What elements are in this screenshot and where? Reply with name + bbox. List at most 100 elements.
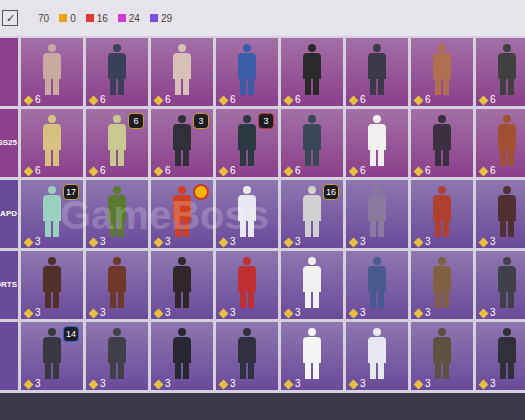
outfit-card[interactable]: 3 xyxy=(86,251,148,319)
card-count: 3 xyxy=(295,237,301,247)
outfit-card[interactable]: 3 xyxy=(281,322,343,390)
outfit-card[interactable]: 6 xyxy=(476,38,525,106)
rarity-square-icon xyxy=(59,14,67,22)
partial-card[interactable]: CSS25 xyxy=(0,109,18,177)
outfit-card[interactable]: 3 xyxy=(411,180,473,248)
card-count: 3 xyxy=(165,308,171,318)
top-bar: ✓ 70 0 16 24 29 xyxy=(0,0,525,36)
outfit-card[interactable]: 36 xyxy=(216,109,278,177)
diamond-icon xyxy=(154,166,164,176)
rarity-count[interactable]: 0 xyxy=(59,11,76,26)
card-count: 3 xyxy=(425,379,431,389)
card-count: 3 xyxy=(230,379,236,389)
outfit-figure xyxy=(108,115,126,166)
outfit-figure xyxy=(238,115,256,166)
card-count: 3 xyxy=(165,237,171,247)
rarity-count[interactable]: 24 xyxy=(118,11,140,26)
card-count: 3 xyxy=(35,379,41,389)
level-badge: 3 xyxy=(258,113,274,129)
diamond-icon xyxy=(479,166,489,176)
outfit-card[interactable]: 6 xyxy=(281,109,343,177)
outfit-card[interactable]: 3 xyxy=(281,251,343,319)
outfit-figure xyxy=(173,115,191,166)
diamond-icon xyxy=(154,308,164,318)
outfit-card[interactable]: 6 xyxy=(86,38,148,106)
outfit-card[interactable]: 3 xyxy=(151,180,213,248)
outfit-card[interactable]: 6 xyxy=(346,38,408,106)
outfit-card[interactable]: 3 xyxy=(86,322,148,390)
outfit-card[interactable]: 6 xyxy=(346,109,408,177)
outfit-figure xyxy=(368,328,386,379)
outfit-card[interactable]: 3 xyxy=(216,322,278,390)
card-count: 3 xyxy=(230,308,236,318)
outfit-card[interactable]: 163 xyxy=(281,180,343,248)
diamond-icon xyxy=(414,308,424,318)
outfit-card[interactable]: 3 xyxy=(346,322,408,390)
outfit-card[interactable]: 3 xyxy=(21,251,83,319)
card-count: 3 xyxy=(490,308,496,318)
outfit-card[interactable]: 3 xyxy=(411,322,473,390)
outfit-card[interactable]: 3 xyxy=(216,180,278,248)
outfit-card[interactable]: 3 xyxy=(86,180,148,248)
card-count: 6 xyxy=(165,166,171,176)
outfit-card[interactable]: 3 xyxy=(346,251,408,319)
diamond-icon xyxy=(89,308,99,318)
outfit-figure xyxy=(433,186,451,237)
outfit-card[interactable]: 3 xyxy=(151,322,213,390)
card-count: 3 xyxy=(100,308,106,318)
outfit-card[interactable]: 6 xyxy=(21,38,83,106)
outfit-card[interactable]: 3 xyxy=(411,251,473,319)
outfit-card[interactable]: 6 xyxy=(21,109,83,177)
outfit-card[interactable]: 6 xyxy=(476,109,525,177)
outfit-figure xyxy=(498,257,516,308)
partial-card[interactable]: APD xyxy=(0,180,18,248)
outfit-card[interactable]: 6 xyxy=(411,109,473,177)
rarity-count[interactable]: 16 xyxy=(86,11,108,26)
outfit-card[interactable]: 3 xyxy=(476,322,525,390)
outfit-card[interactable]: 3 xyxy=(476,180,525,248)
outfit-figure xyxy=(498,328,516,379)
watermark: GameBoss xyxy=(60,185,269,245)
outfit-card[interactable]: 6 xyxy=(151,38,213,106)
event-tag: APD xyxy=(0,210,17,218)
card-count: 6 xyxy=(165,95,171,105)
outfit-figure xyxy=(368,186,386,237)
rarity-count[interactable]: 29 xyxy=(150,11,172,26)
outfit-card[interactable]: 14 3 xyxy=(21,322,83,390)
partial-card[interactable]: PORTS xyxy=(0,251,18,319)
level-badge: 14 xyxy=(63,326,79,342)
diamond-icon xyxy=(414,379,424,389)
card-count: 6 xyxy=(490,166,496,176)
diamond-icon xyxy=(154,379,164,389)
outfit-card[interactable]: 6 xyxy=(216,38,278,106)
outfit-figure xyxy=(498,186,516,237)
outfit-card[interactable]: 3 xyxy=(476,251,525,319)
card-count: 3 xyxy=(100,379,106,389)
outfit-card[interactable]: 3 xyxy=(216,251,278,319)
diamond-icon xyxy=(349,379,359,389)
card-count: 6 xyxy=(100,95,106,105)
partial-card[interactable] xyxy=(0,322,18,390)
total-count: 70 xyxy=(38,11,49,26)
outfit-card[interactable]: 66 xyxy=(86,109,148,177)
outfit-card[interactable]: 3 xyxy=(346,180,408,248)
diamond-icon xyxy=(219,95,229,105)
card-count: 3 xyxy=(295,379,301,389)
outfit-card[interactable]: 36 xyxy=(151,109,213,177)
diamond-icon xyxy=(89,379,99,389)
outfit-figure xyxy=(108,328,126,379)
outfit-card[interactable]: 6 xyxy=(281,38,343,106)
diamond-icon xyxy=(349,237,359,247)
card-count: 6 xyxy=(230,166,236,176)
diamond-icon xyxy=(479,237,489,247)
partial-card[interactable] xyxy=(0,38,18,106)
outfit-card[interactable]: 6 xyxy=(411,38,473,106)
outfit-card[interactable]: 173 xyxy=(21,180,83,248)
card-count: 6 xyxy=(295,166,301,176)
outfit-card[interactable]: 3 xyxy=(151,251,213,319)
card-count: 3 xyxy=(230,237,236,247)
outfit-figure xyxy=(238,186,256,237)
outfit-figure xyxy=(43,115,61,166)
outfit-figure xyxy=(108,186,126,237)
select-checkbox[interactable]: ✓ xyxy=(2,10,18,26)
